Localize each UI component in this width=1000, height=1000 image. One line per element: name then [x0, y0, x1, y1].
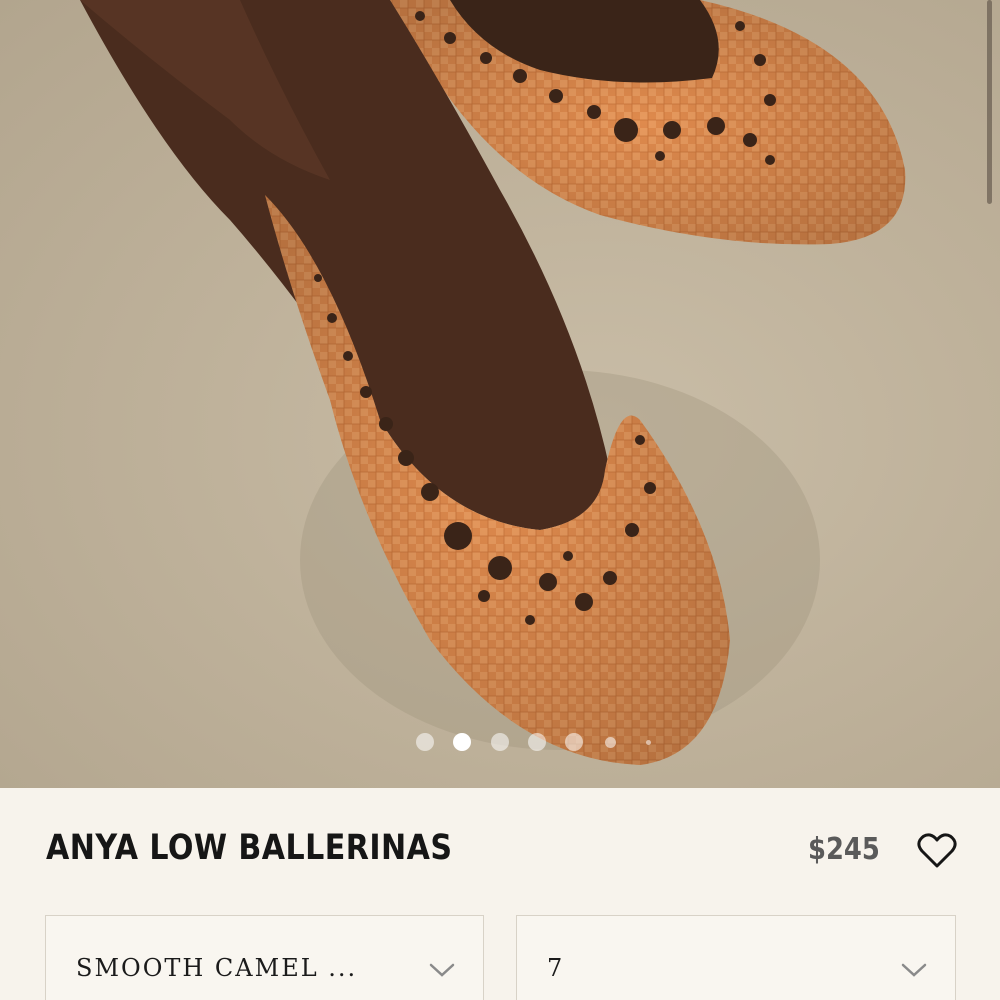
favorite-button[interactable]	[916, 832, 958, 870]
heart-icon	[917, 833, 957, 868]
carousel-dot[interactable]	[605, 737, 616, 748]
scrollbar[interactable]	[987, 0, 992, 204]
chevron-down-icon	[901, 963, 927, 977]
product-price: $245	[808, 832, 880, 867]
carousel-indicator[interactable]	[0, 731, 1000, 753]
carousel-dot[interactable]	[416, 733, 434, 751]
carousel-dot[interactable]	[646, 740, 651, 745]
carousel-dot[interactable]	[491, 733, 509, 751]
color-select[interactable]: SMOOTH CAMEL ...	[45, 915, 484, 1000]
product-info-panel: ANYA LOW BALLERINAS $245 SMOOTH CAMEL ..…	[0, 788, 1000, 1000]
carousel-dot[interactable]	[528, 733, 546, 751]
size-select-value: 7	[547, 954, 565, 982]
chevron-down-icon	[429, 963, 455, 977]
carousel-dot-active[interactable]	[453, 733, 471, 751]
product-photo	[80, 0, 906, 765]
color-select-value: SMOOTH CAMEL ...	[76, 954, 358, 982]
size-select[interactable]: 7	[516, 915, 956, 1000]
product-image[interactable]	[0, 0, 1000, 788]
carousel-dot[interactable]	[565, 733, 583, 751]
product-title: ANYA LOW BALLERINAS	[46, 828, 453, 868]
